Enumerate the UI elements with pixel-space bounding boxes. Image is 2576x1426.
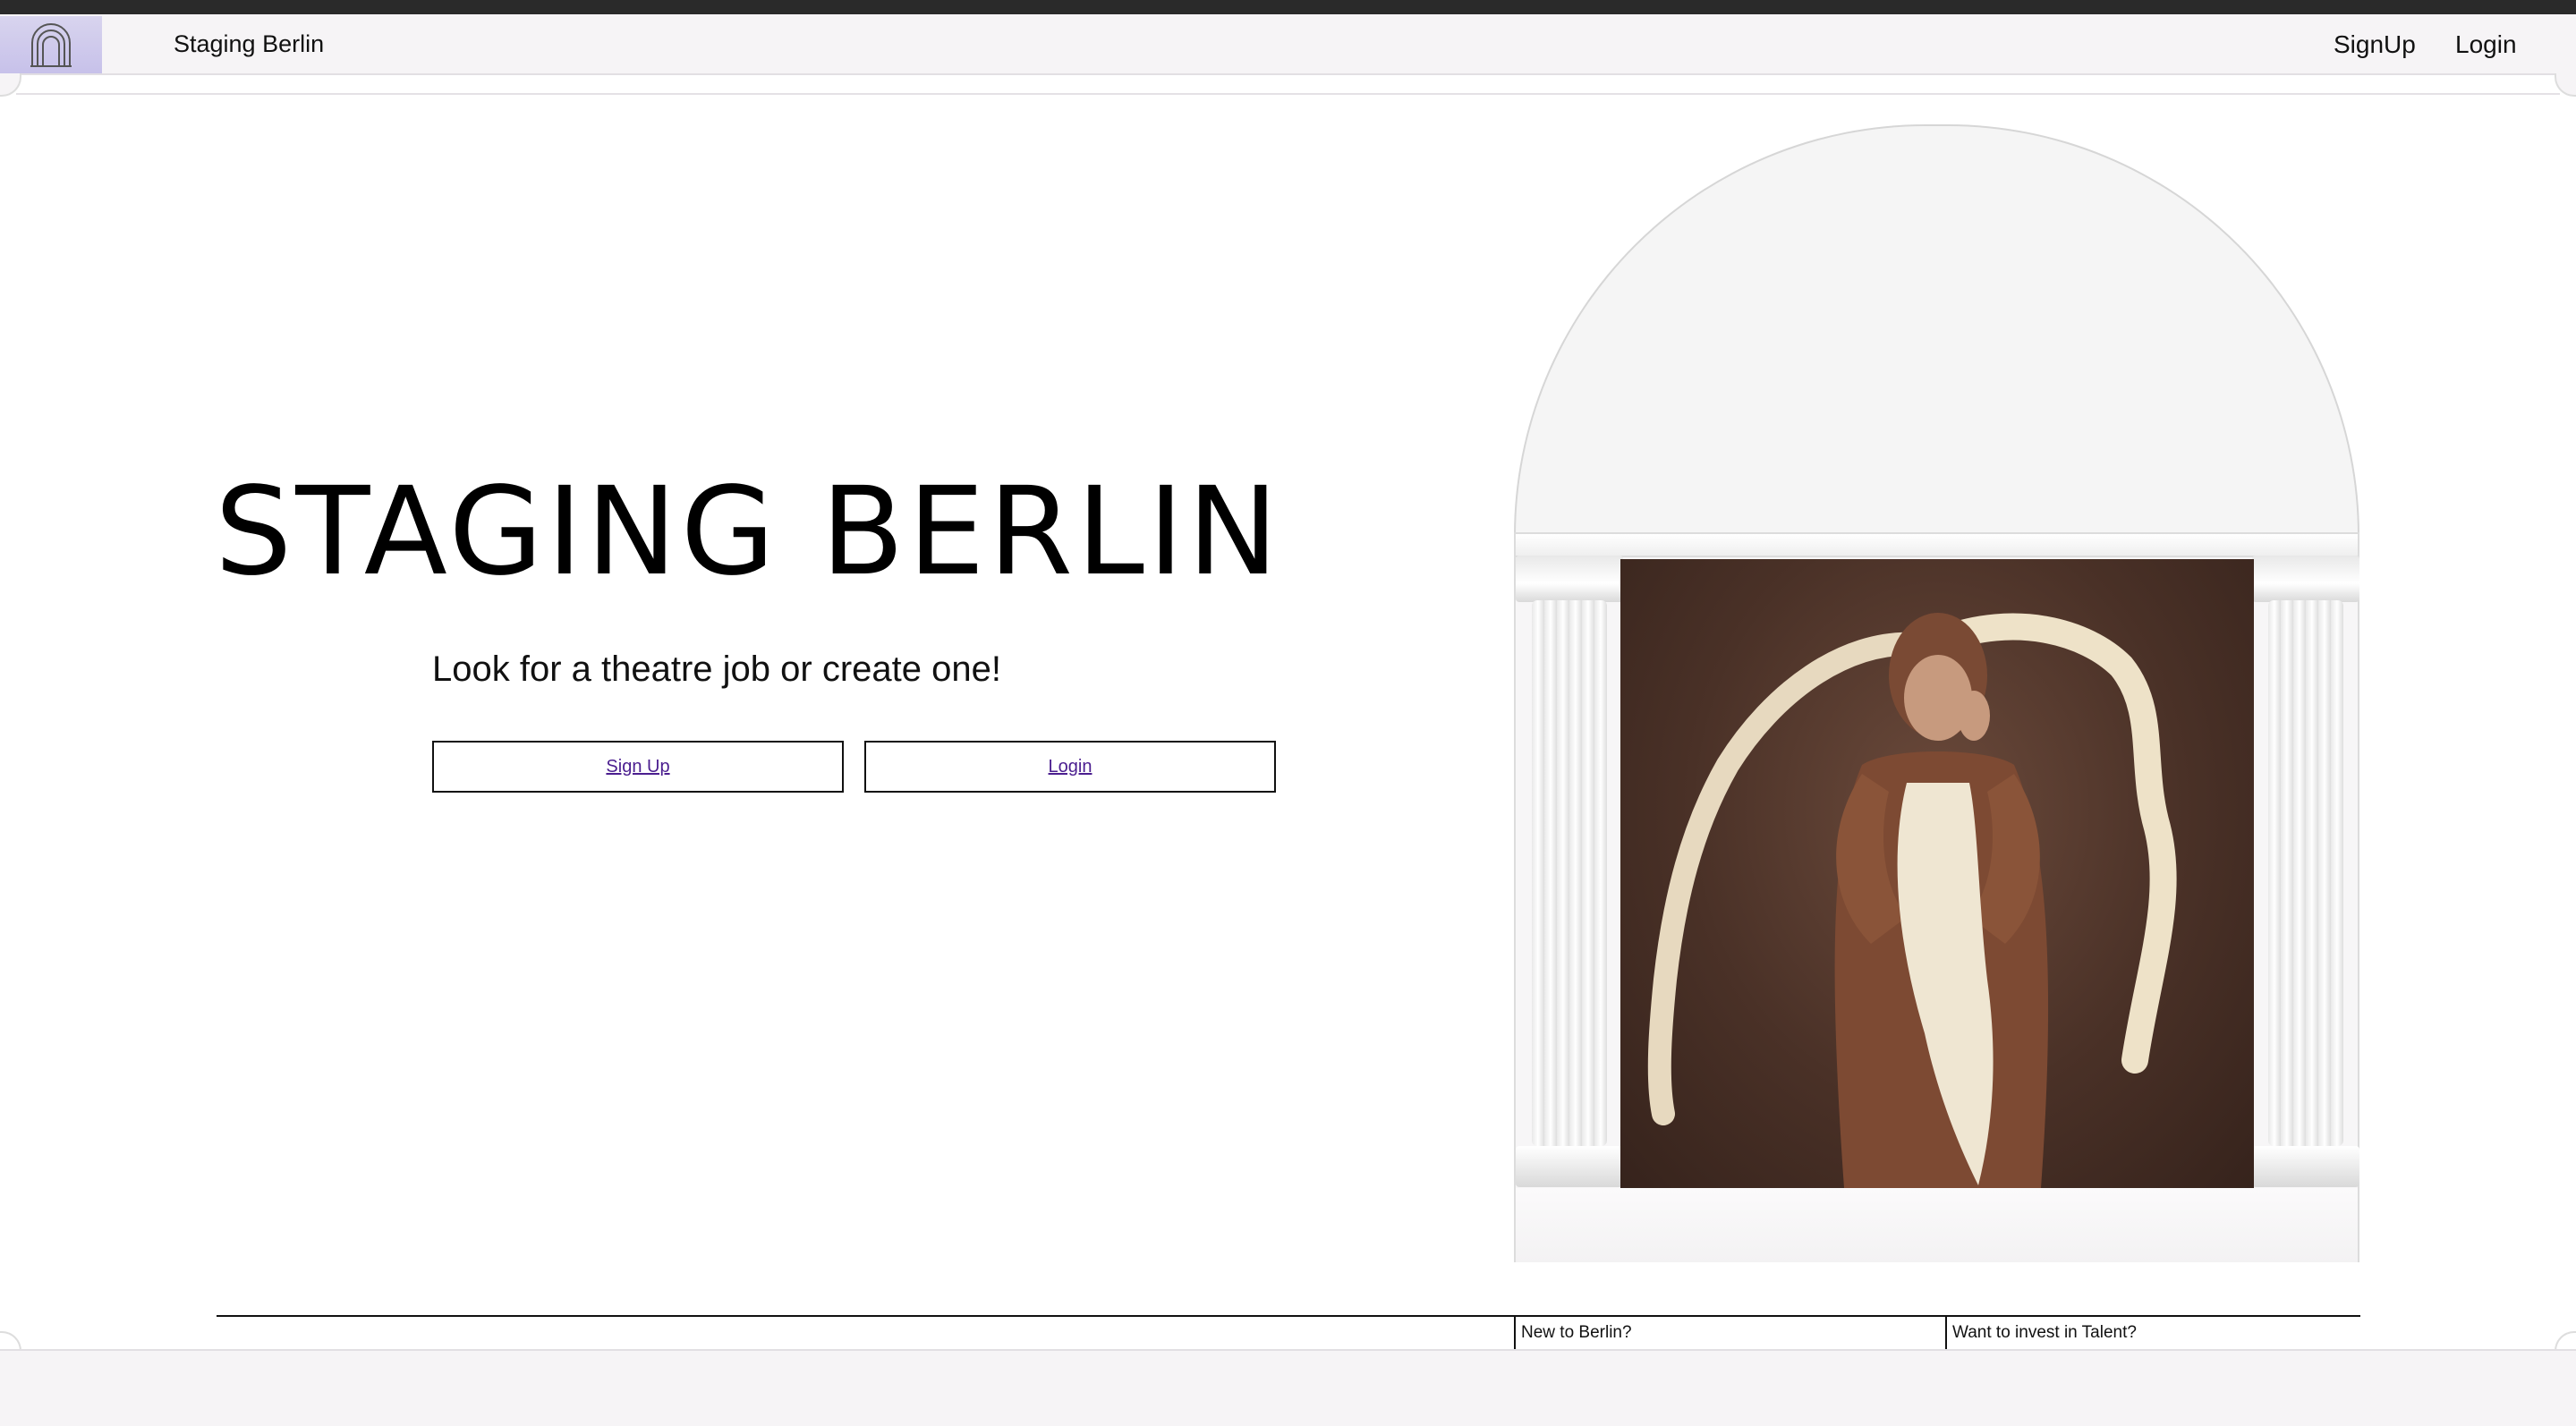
login-button-label: Login (1048, 756, 1092, 777)
arch-ledge (1514, 532, 2359, 557)
arch-logo-icon (30, 23, 72, 67)
costumed-performer-illustration (1647, 613, 2177, 1188)
footer-cell-divider-1 (1514, 1315, 1516, 1349)
top-navbar: Staging Berlin SignUp Login (0, 14, 2576, 75)
right-column-icon (2252, 556, 2359, 1187)
browser-top-strip (0, 0, 2576, 14)
signup-button-label: Sign Up (606, 756, 670, 777)
nav-signup-link[interactable]: SignUp (2334, 30, 2416, 59)
footer-link-new-to-berlin[interactable]: New to Berlin? (1521, 1323, 1632, 1343)
site-name[interactable]: Staging Berlin (174, 30, 324, 58)
nav-login-link[interactable]: Login (2455, 30, 2517, 59)
hero-title: STAGING BERLIN (215, 462, 1282, 603)
footer-cell-divider-2 (1945, 1315, 1947, 1349)
arch-base (1514, 1188, 2359, 1262)
signup-button[interactable]: Sign Up (432, 741, 844, 793)
footer-link-invest-in-talent[interactable]: Want to invest in Talent? (1952, 1323, 2137, 1343)
logo-home-link[interactable] (0, 16, 102, 73)
hero-photo-costumed-performer (1620, 559, 2254, 1188)
login-button[interactable]: Login (864, 741, 1276, 793)
hero-subtitle: Look for a theatre job or create one! (432, 649, 1001, 689)
footer-bar (0, 1349, 2576, 1426)
arch-dome (1514, 124, 2359, 536)
footer-divider (217, 1315, 2360, 1317)
left-column-icon (1516, 556, 1623, 1187)
navbar-divider (16, 93, 2560, 95)
